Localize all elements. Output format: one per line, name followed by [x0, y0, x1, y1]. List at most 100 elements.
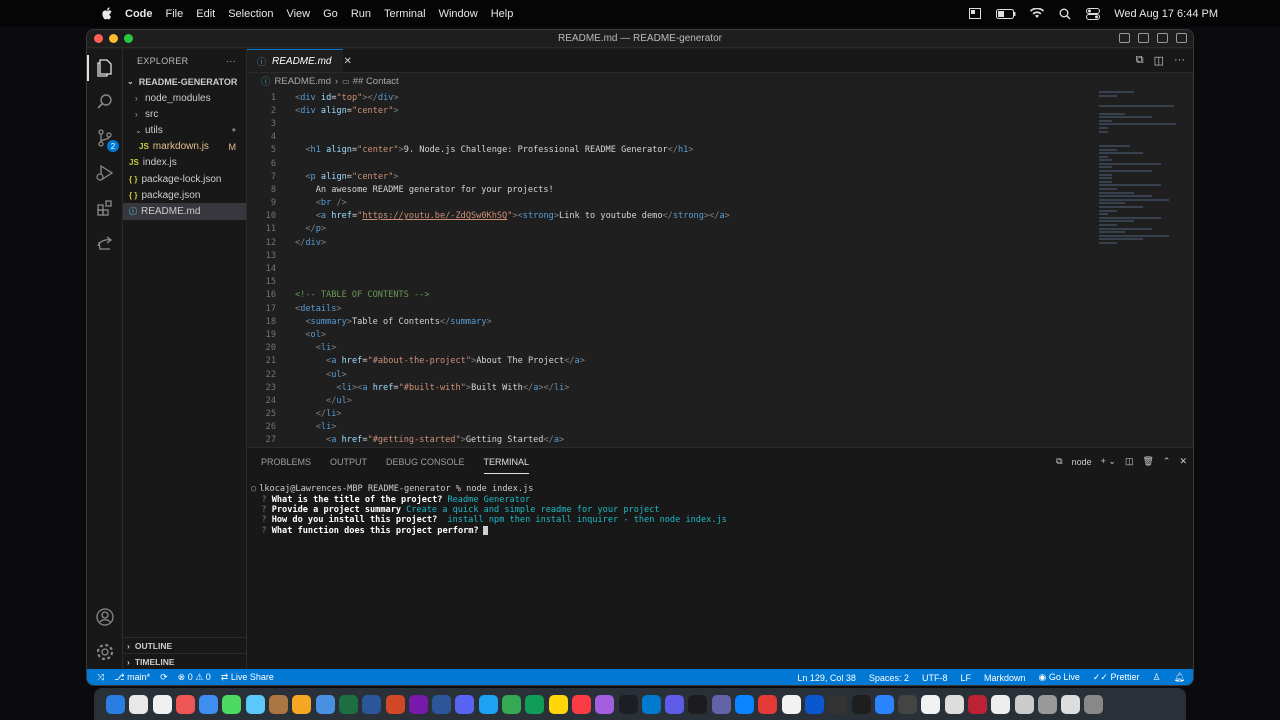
dock-app-icon[interactable] [338, 694, 358, 714]
timeline-section[interactable]: › TIMELINE [123, 653, 246, 669]
apple-logo-icon[interactable] [101, 7, 113, 20]
kill-terminal-trash-icon[interactable]: 🗑 [1142, 456, 1153, 467]
dock-app-icon[interactable] [874, 694, 894, 714]
split-terminal-icon[interactable]: ◫ [1125, 456, 1134, 467]
dock-app-icon[interactable] [967, 694, 987, 714]
menu-window[interactable]: Window [439, 8, 478, 20]
dock-app-icon[interactable] [222, 694, 242, 714]
workspace-root[interactable]: ⌄ README-GENERATOR [123, 73, 246, 90]
dock-app-icon[interactable] [152, 694, 172, 714]
dock-app-icon[interactable] [315, 694, 335, 714]
end-of-line[interactable]: LF [960, 673, 971, 683]
dock-app-icon[interactable] [432, 694, 452, 714]
dock-app-icon[interactable] [269, 694, 289, 714]
code-line[interactable]: 10 <a href="https://youtu.be/-ZdQSw0KhSQ… [247, 210, 1087, 223]
dock-app-icon[interactable] [944, 694, 964, 714]
dock-app-icon[interactable] [129, 694, 149, 714]
dock-app-icon[interactable] [851, 694, 871, 714]
maximize-panel-chevron-up-icon[interactable]: ⌃ [1163, 456, 1171, 467]
code-line[interactable]: 24 </ul> [247, 394, 1087, 407]
display-icon[interactable] [968, 8, 982, 20]
live-share-button[interactable]: ⇄ Live Share [221, 672, 274, 683]
dock-app-icon[interactable] [245, 694, 265, 714]
branch-status[interactable]: ⎇ main* [114, 672, 150, 683]
control-center-icon[interactable] [1086, 7, 1101, 20]
dock-app-icon[interactable] [1014, 694, 1034, 714]
wifi-icon[interactable] [1030, 8, 1045, 20]
code-line[interactable]: 17 <details> [247, 302, 1087, 315]
dock-app-icon[interactable] [711, 694, 731, 714]
close-window-button[interactable] [94, 34, 103, 43]
code-line[interactable]: 18 <summary>Table of Contents</summary> [247, 315, 1087, 328]
minimize-window-button[interactable] [109, 34, 118, 43]
minimap[interactable] [1099, 91, 1187, 301]
code-line[interactable]: 23 <li><a href="#built-with">Built With<… [247, 381, 1087, 394]
toggle-secondary-sidebar-icon[interactable] [1157, 33, 1168, 43]
code-line[interactable]: 16 <!-- TABLE OF CONTENTS --> [247, 289, 1087, 302]
code-line[interactable]: 26 <li> [247, 421, 1087, 434]
dock-app-icon[interactable] [665, 694, 685, 714]
menubar-clock[interactable]: Wed Aug 17 6:44 PM [1114, 8, 1218, 20]
dock-app-icon[interactable] [735, 694, 755, 714]
menu-terminal[interactable]: Terminal [384, 8, 426, 20]
code-line[interactable]: 4 [247, 131, 1087, 144]
menu-file[interactable]: File [166, 8, 184, 20]
dock-app-icon[interactable] [804, 694, 824, 714]
remote-indicator-icon[interactable]: ⤨ [97, 672, 104, 683]
menu-view[interactable]: View [286, 8, 310, 20]
dock-app-icon[interactable] [455, 694, 475, 714]
new-terminal-icon[interactable]: + ⌄ [1101, 456, 1116, 467]
code-line[interactable]: 1 <div id="top"></div> [247, 91, 1087, 104]
indentation[interactable]: Spaces: 2 [869, 673, 909, 683]
search-icon[interactable] [1058, 8, 1072, 20]
prettier-status[interactable]: ✓✓ Prettier [1093, 672, 1140, 683]
dock-app-icon[interactable] [548, 694, 568, 714]
dock-app-icon[interactable] [898, 694, 918, 714]
tab-debug-console[interactable]: DEBUG CONSOLE [386, 451, 465, 473]
split-editor-icon[interactable]: ◫ [1154, 54, 1164, 67]
dock-app-icon[interactable] [618, 694, 638, 714]
dock-app-icon[interactable] [641, 694, 661, 714]
dock-app-icon[interactable] [1061, 694, 1081, 714]
more-actions-icon[interactable]: ··· [1174, 54, 1185, 67]
close-panel-icon[interactable]: ✕ [1179, 456, 1187, 467]
code-line[interactable]: 14 [247, 262, 1087, 275]
tree-item-index-js[interactable]: JS index.js [123, 155, 246, 171]
dock-app-icon[interactable] [175, 694, 195, 714]
breadcrumb-symbol[interactable]: ## Contact [353, 76, 399, 87]
dock-app-icon[interactable] [571, 694, 591, 714]
outline-section[interactable]: › OUTLINE [123, 637, 246, 653]
dock-app-icon[interactable] [292, 694, 312, 714]
feedback-icon[interactable]: ♙ [1152, 672, 1160, 683]
toggle-panel-icon[interactable] [1138, 33, 1149, 43]
problems-status[interactable]: ⊗ 0 ⚠ 0 [178, 672, 211, 683]
accounts-icon[interactable] [94, 606, 116, 628]
dock-app-icon[interactable] [199, 694, 219, 714]
code-line[interactable]: 20 <li> [247, 342, 1087, 355]
toggle-primary-sidebar-icon[interactable] [1119, 33, 1130, 43]
menu-edit[interactable]: Edit [196, 8, 215, 20]
tree-item-node-modules[interactable]: › node_modules [123, 90, 246, 106]
source-control-icon[interactable]: 2 [94, 127, 119, 152]
dock-app-icon[interactable] [1037, 694, 1057, 714]
dock-app-icon[interactable] [781, 694, 801, 714]
code-line[interactable]: 9 <br /> [247, 197, 1087, 210]
code-line[interactable]: 11 </p> [247, 223, 1087, 236]
menu-go[interactable]: Go [323, 8, 338, 20]
zoom-window-button[interactable] [124, 34, 133, 43]
code-line[interactable]: 12 </div> [247, 236, 1087, 249]
terminal-shell-label[interactable]: node [1072, 457, 1092, 467]
dock-app-icon[interactable] [525, 694, 545, 714]
code-line[interactable]: 8 An awesome README generator for your p… [247, 183, 1087, 196]
notifications-bell-icon[interactable]: 🔔︎ [1174, 672, 1185, 683]
code-line[interactable]: 21 <a href="#about-the-project">About Th… [247, 355, 1087, 368]
tree-item-src[interactable]: › src [123, 106, 246, 122]
dock-app-icon[interactable] [991, 694, 1011, 714]
code-line[interactable]: 3 [247, 117, 1087, 130]
extensions-icon[interactable] [94, 197, 116, 219]
dock-app-icon[interactable] [385, 694, 405, 714]
tab-problems[interactable]: PROBLEMS [261, 451, 311, 473]
explorer-icon[interactable] [87, 55, 116, 81]
language-mode[interactable]: Markdown [984, 673, 1026, 683]
more-actions-icon[interactable]: ··· [226, 56, 236, 66]
